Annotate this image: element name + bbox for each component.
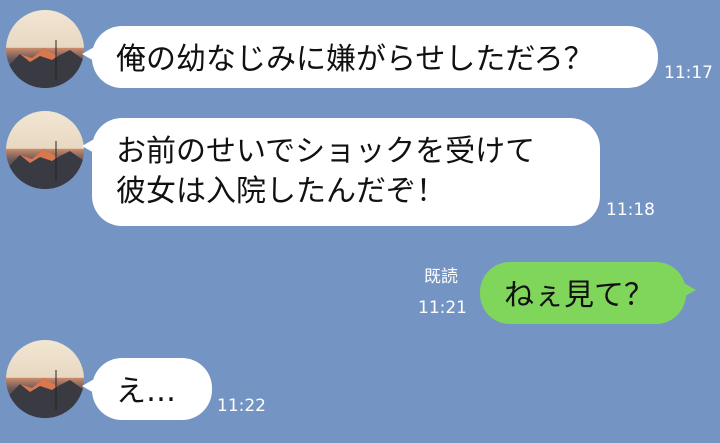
message-bubble-4[interactable]: え…	[82, 358, 212, 420]
message-bubble-3[interactable]: ねぇ見て？	[480, 262, 696, 324]
message-text: ねぇ見て？	[504, 278, 654, 313]
message-text: 彼女は入院したんだぞ！	[116, 174, 446, 209]
message-bubble-2[interactable]: お前のせいでショックを受けて 彼女は入院したんだぞ！	[82, 118, 600, 226]
avatar[interactable]	[6, 10, 84, 88]
timestamp: 11:17	[664, 63, 713, 83]
timestamp: 11:22	[217, 396, 266, 416]
timestamp: 11:21	[418, 298, 467, 318]
message-bubble-1[interactable]: 俺の幼なじみに嫌がらせしただろ？	[82, 26, 658, 88]
message-text: お前のせいでショックを受けて	[116, 134, 536, 169]
avatar[interactable]	[6, 340, 84, 418]
message-text: 俺の幼なじみに嫌がらせしただろ？	[116, 42, 594, 77]
timestamp: 11:18	[606, 200, 655, 220]
read-receipt: 既読	[424, 267, 458, 287]
avatar[interactable]	[6, 111, 84, 189]
chat-area: 俺の幼なじみに嫌がらせしただろ？ 11:17 お前のせいでショックを受けて 彼女…	[0, 0, 720, 443]
message-text: え…	[116, 374, 176, 409]
